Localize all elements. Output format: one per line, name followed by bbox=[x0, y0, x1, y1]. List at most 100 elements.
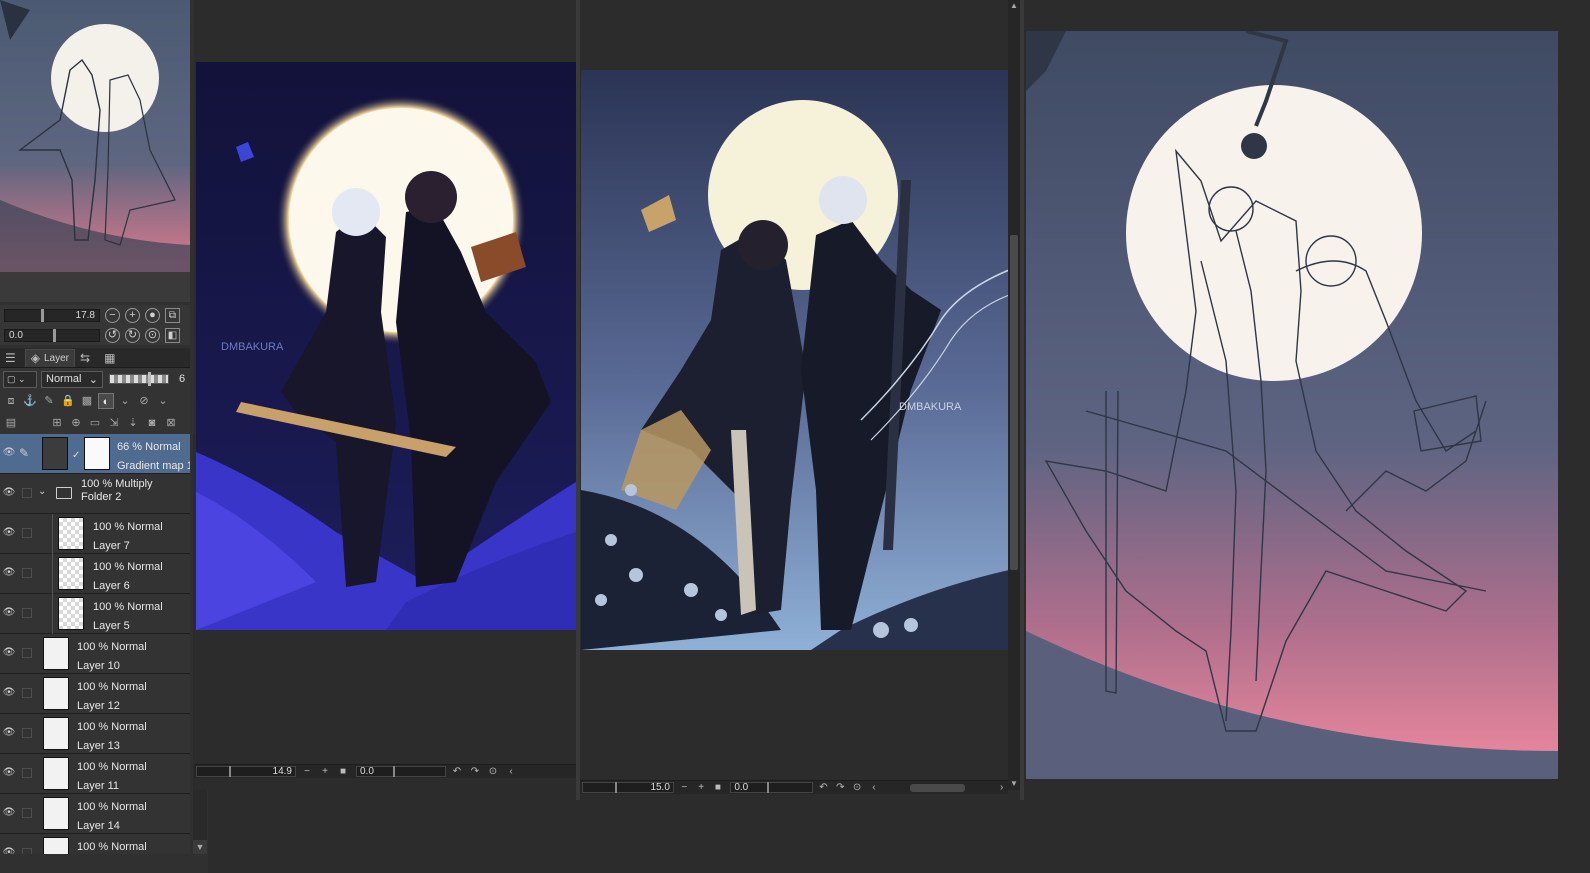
eye-icon[interactable]: 👁 bbox=[2, 687, 16, 699]
zoom-out-icon[interactable]: − bbox=[678, 782, 691, 793]
navigator-thumbnail bbox=[0, 0, 190, 272]
panel-menu-icon[interactable]: ☰ bbox=[0, 349, 25, 367]
canvas-1-artwork[interactable]: DMBAKURA bbox=[196, 62, 576, 630]
tab-property[interactable]: ▦ bbox=[99, 349, 124, 367]
layer-row[interactable]: 👁 100 % Normal bbox=[0, 834, 190, 854]
canvas-1-zoom-field[interactable]: 14.9 bbox=[196, 766, 296, 777]
layer-mode: 100 % Normal bbox=[77, 841, 147, 853]
blend-mode-select[interactable]: Normal ⌄ bbox=[41, 370, 103, 388]
reset-rotation-icon[interactable]: ⊙ bbox=[486, 766, 500, 777]
reference-icon[interactable]: ⚓ bbox=[22, 393, 38, 409]
folder-icon bbox=[56, 487, 72, 499]
layer-mode: 100 % Multiply bbox=[81, 478, 153, 490]
layer-row[interactable]: 👁 100 % Normal Layer 12 bbox=[0, 674, 190, 714]
eye-icon[interactable]: 👁 bbox=[2, 727, 16, 739]
eye-icon[interactable]: 👁 bbox=[2, 607, 16, 619]
ruler-icon[interactable]: ⊘ bbox=[136, 393, 152, 409]
canvas-3-artwork[interactable] bbox=[1026, 31, 1558, 779]
rotate-left-icon[interactable]: ↺ bbox=[105, 327, 120, 343]
canvas-2-vertical-scrollbar[interactable]: ▲ ▼ bbox=[1008, 0, 1020, 790]
layer-row[interactable]: 👁 100 % Normal Layer 7 bbox=[0, 514, 190, 554]
rotate-left-icon[interactable]: ↶ bbox=[817, 782, 830, 793]
zoom-in-icon[interactable]: + bbox=[125, 307, 140, 323]
layer-thumbnail bbox=[58, 557, 84, 590]
layer-folder-row[interactable]: 👁 ⌄ 100 % Multiply Folder 2 bbox=[0, 474, 190, 514]
transfer-down-icon[interactable]: ⇲ bbox=[106, 415, 122, 431]
eye-icon[interactable]: 👁 bbox=[2, 847, 16, 854]
merge-down-icon[interactable]: ⇣ bbox=[125, 415, 141, 431]
canvas-2-horizontal-scrollbar[interactable] bbox=[910, 783, 966, 792]
layer-opacity-slider[interactable] bbox=[109, 372, 169, 386]
clip-icon[interactable]: ⧈ bbox=[3, 393, 19, 409]
eye-icon[interactable]: 👁 bbox=[2, 567, 16, 579]
layer-row[interactable]: 👁 100 % Normal Layer 5 bbox=[0, 594, 190, 634]
rotate-right-icon[interactable]: ↷ bbox=[834, 782, 847, 793]
fit-screen-icon[interactable]: ■ bbox=[336, 766, 350, 777]
new-vector-layer-icon[interactable]: ⊕ bbox=[68, 415, 84, 431]
pen-icon: ✎ bbox=[19, 446, 30, 460]
tab-history[interactable]: ⇆ bbox=[75, 349, 99, 367]
scroll-right-icon[interactable]: › bbox=[995, 782, 1008, 793]
new-folder-icon[interactable]: ▭ bbox=[87, 415, 103, 431]
reset-rotation-icon[interactable]: ⊙ bbox=[851, 782, 864, 793]
canvas-2-angle-field[interactable]: 0.0 bbox=[730, 782, 814, 793]
eye-icon[interactable]: 👁 bbox=[2, 487, 16, 499]
layer-row[interactable]: 👁 100 % Normal Layer 14 bbox=[0, 794, 190, 834]
layer-mode: 66 % Normal bbox=[117, 441, 181, 453]
flip-icon[interactable]: ‹ bbox=[868, 782, 881, 793]
zoom-in-icon[interactable]: + bbox=[695, 782, 708, 793]
reset-rotation-icon[interactable]: ⊙ bbox=[145, 327, 160, 343]
scroll-up-icon[interactable]: ▲ bbox=[1008, 0, 1020, 12]
lock-transparency-icon[interactable]: ▩ bbox=[79, 393, 95, 409]
chevron-down-icon[interactable]: ⌄ bbox=[38, 486, 46, 497]
lock-icon[interactable]: 🔒 bbox=[60, 393, 76, 409]
rotate-left-icon[interactable]: ↶ bbox=[450, 766, 464, 777]
create-mask-icon[interactable]: ◙ bbox=[144, 415, 160, 431]
layer-row[interactable]: 👁 100 % Normal Layer 13 bbox=[0, 714, 190, 754]
eye-icon[interactable]: 👁 bbox=[2, 447, 16, 459]
layer-row[interactable]: 👁 100 % Normal Layer 10 bbox=[0, 634, 190, 674]
navigator-zoom-slider[interactable]: 17.8 bbox=[4, 308, 100, 322]
tab-layer[interactable]: ◈ Layer bbox=[24, 348, 76, 367]
canvas-2-statusbar: 15.0 − + ■ 0.0 ↶ ↷ ⊙ ‹ › bbox=[580, 780, 1008, 794]
mask-icon[interactable]: ◐ bbox=[98, 393, 114, 409]
rotate-right-icon[interactable]: ↻ bbox=[125, 327, 140, 343]
navigator-rotate-row: 0.0 ↺ ↻ ⊙ ◧ bbox=[0, 325, 190, 345]
navigator-rotate-slider[interactable]: 0.0 bbox=[4, 328, 100, 342]
mask-options-icon[interactable]: ⌄ bbox=[117, 393, 133, 409]
fit-icon[interactable]: ● bbox=[145, 307, 160, 323]
layer-color-select[interactable]: ▢ ⌄ bbox=[3, 370, 37, 388]
eye-icon[interactable]: 👁 bbox=[2, 647, 16, 659]
zoom-out-icon[interactable]: − bbox=[105, 307, 120, 323]
canvas-2-artwork[interactable]: DMBAKURA bbox=[581, 70, 1009, 650]
rotate-right-icon[interactable]: ↷ bbox=[468, 766, 482, 777]
flip-horizontal-icon[interactable]: ◧ bbox=[165, 327, 180, 343]
layer-menu-icon[interactable]: ▤ bbox=[3, 415, 19, 431]
flip-icon[interactable]: ‹ bbox=[504, 766, 518, 777]
navigator-preview[interactable] bbox=[0, 0, 190, 272]
canvas-1-angle-field[interactable]: 0.0 bbox=[356, 766, 446, 777]
layer-row[interactable]: 👁 100 % Normal Layer 6 bbox=[0, 554, 190, 594]
layer-list: 👁 ✎ ✓ 66 % Normal Gradient map 1 👁 ⌄ 100… bbox=[0, 434, 190, 854]
fit-screen-icon[interactable]: ■ bbox=[712, 782, 725, 793]
actual-size-icon[interactable]: ⧉ bbox=[165, 307, 180, 323]
delete-layer-icon[interactable]: ⊠ bbox=[163, 415, 179, 431]
layer-thumbnail bbox=[43, 797, 69, 830]
zoom-out-icon[interactable]: − bbox=[300, 766, 314, 777]
eye-icon[interactable]: 👁 bbox=[2, 767, 16, 779]
canvas-2-zoom-field[interactable]: 15.0 bbox=[582, 782, 674, 793]
layer-thumbnail bbox=[43, 717, 69, 750]
signature-text: DMBAKURA bbox=[899, 401, 962, 413]
zoom-in-icon[interactable]: + bbox=[318, 766, 332, 777]
canvas-window-2: DMBAKURA ▲ ▼ 15.0 − + ■ 0.0 ↶ ↷ ⊙ ‹ › bbox=[580, 0, 1024, 800]
draft-icon[interactable]: ✎ bbox=[41, 393, 57, 409]
ruler-options-icon[interactable]: ⌄ bbox=[155, 393, 171, 409]
scroll-down-icon[interactable]: ▼ bbox=[1008, 778, 1020, 790]
eye-icon[interactable]: 👁 bbox=[2, 527, 16, 539]
layer-row[interactable]: 👁 ✎ ✓ 66 % Normal Gradient map 1 bbox=[0, 434, 190, 474]
new-raster-layer-icon[interactable]: ⊞ bbox=[49, 415, 65, 431]
layer-thumbnail bbox=[58, 597, 84, 630]
scroll-down-icon[interactable]: ▼ bbox=[193, 840, 207, 854]
layer-row[interactable]: 👁 100 % Normal Layer 11 bbox=[0, 754, 190, 794]
eye-icon[interactable]: 👁 bbox=[2, 807, 16, 819]
